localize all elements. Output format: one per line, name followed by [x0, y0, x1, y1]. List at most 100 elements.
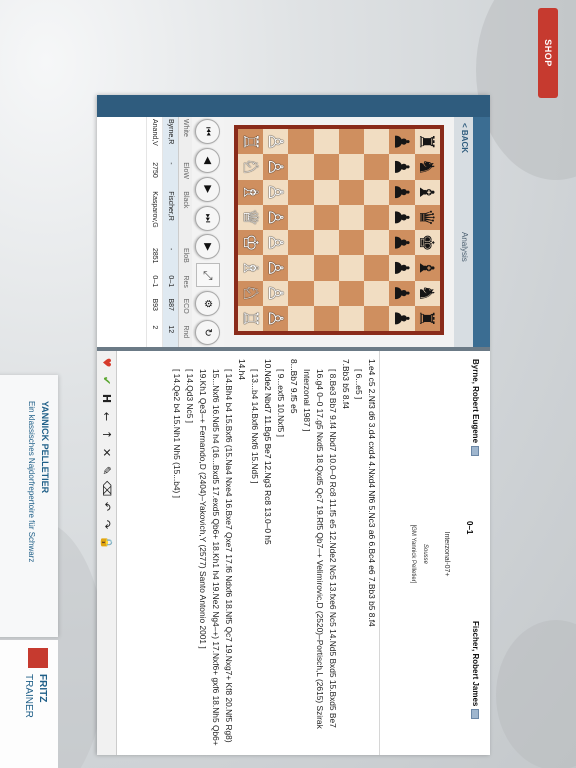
black-piece[interactable]: ♟ [390, 183, 414, 201]
engine-button[interactable]: ⚙ [195, 291, 221, 317]
board-square[interactable]: ♙ [263, 179, 289, 205]
white-piece[interactable]: ♙ [264, 183, 288, 201]
board-square[interactable]: ♟ [389, 154, 415, 180]
black-piece[interactable]: ♜ [415, 309, 439, 327]
board-square[interactable]: ♛ [414, 204, 440, 230]
board-square[interactable] [339, 230, 365, 256]
black-piece[interactable]: ♞ [415, 158, 439, 176]
eraser-icon[interactable]: ⌫ [99, 481, 114, 497]
white-piece[interactable]: ♕ [239, 208, 263, 226]
shop-button[interactable]: SHOP [538, 8, 558, 98]
board-square[interactable]: ♟ [389, 280, 415, 306]
main-line[interactable]: 14.h4 [235, 359, 248, 749]
variation-line[interactable]: [ 8.Be3 Bb7 9.f4 Nbd7 10.0–0 Rc8 11.f5 e… [300, 369, 339, 749]
board-square[interactable] [313, 179, 339, 205]
chess-board[interactable]: ♜ ♞ ♝ ♛ ♚ ♝ ♞ ♜ ♟ ♟ ♟ ♟ ♟ ♟ ♟ ♟ ♙ ♙ ♙ ♙ ♙ ♙ ♙ ♙ ♖ ♘ ♗ ♕ ♔ ♗ ♘ ♖ [234, 125, 444, 335]
undo-icon[interactable]: ↶ [99, 499, 114, 514]
variation-line[interactable]: [ 14.Bh4 b4 15.Bxf6 (15.Na4 Nxe4 16.Bxe7… [196, 369, 235, 749]
black-piece[interactable]: ♟ [390, 234, 414, 252]
black-piece[interactable]: ♟ [390, 133, 414, 151]
board-square[interactable]: ♔ [238, 230, 264, 256]
board-square[interactable] [313, 280, 339, 306]
board-square[interactable] [364, 255, 390, 281]
board-square[interactable]: ♙ [263, 230, 289, 256]
white-piece[interactable]: ♙ [264, 208, 288, 226]
next-move-button[interactable]: ▶ [195, 176, 221, 202]
heart-icon[interactable]: ♥ [99, 355, 114, 370]
white-piece[interactable]: ♙ [264, 309, 288, 327]
board-square[interactable] [339, 255, 365, 281]
last-move-button[interactable]: ⏭ [195, 205, 221, 231]
black-piece[interactable]: ♚ [415, 234, 439, 252]
variation-line[interactable]: [ 13...b4 14.Bxf6 Nxf6 15.Nd5 ] [248, 369, 261, 749]
board-square[interactable]: ♙ [263, 305, 289, 331]
board-square[interactable] [339, 129, 365, 155]
board-square[interactable] [364, 129, 390, 155]
board-square[interactable]: ♞ [414, 280, 440, 306]
board-square[interactable] [288, 204, 314, 230]
board-square[interactable] [339, 280, 365, 306]
black-piece[interactable]: ♟ [390, 284, 414, 302]
variation-line[interactable]: [ 6...e5 ] [352, 369, 365, 749]
board-square[interactable] [313, 154, 339, 180]
board-square[interactable] [288, 154, 314, 180]
board-square[interactable] [364, 154, 390, 180]
board-square[interactable]: ♙ [263, 154, 289, 180]
fullscreen-button[interactable]: ⤢ [196, 263, 220, 288]
board-square[interactable]: ♟ [389, 230, 415, 256]
board-square[interactable] [288, 129, 314, 155]
board-square[interactable]: ♙ [263, 129, 289, 155]
white-piece[interactable]: ♘ [239, 158, 263, 176]
redo-icon[interactable]: ↷ [99, 517, 114, 532]
board-square[interactable] [313, 255, 339, 281]
board-square[interactable] [364, 280, 390, 306]
table-row[interactable]: Byrne,R - Fischer,R - 0–1 B87 12 [162, 117, 179, 347]
main-line[interactable]: 7.Bb3 b5 8.f4 [339, 359, 352, 749]
pen-icon[interactable]: ✎ [99, 463, 114, 478]
board-square[interactable]: ♗ [238, 179, 264, 205]
board-square[interactable] [364, 305, 390, 331]
board-square[interactable] [313, 204, 339, 230]
white-piece[interactable]: ♗ [239, 259, 263, 277]
refresh-button[interactable]: ↻ [195, 320, 221, 346]
board-square[interactable] [313, 305, 339, 331]
white-piece[interactable]: ♔ [239, 234, 263, 252]
board-square[interactable]: ♝ [414, 255, 440, 281]
white-piece[interactable]: ♙ [264, 284, 288, 302]
board-square[interactable] [288, 179, 314, 205]
board-square[interactable] [339, 305, 365, 331]
cross-icon[interactable]: ✕ [99, 445, 114, 460]
board-square[interactable] [288, 280, 314, 306]
previous-move-button[interactable]: ◀ [195, 147, 221, 173]
board-square[interactable]: ♙ [263, 204, 289, 230]
arrow-up-icon[interactable]: ↑ [99, 427, 114, 442]
board-square[interactable] [288, 305, 314, 331]
board-square[interactable] [313, 129, 339, 155]
board-square[interactable]: ♙ [263, 255, 289, 281]
white-piece[interactable]: ♙ [264, 158, 288, 176]
lock-icon[interactable]: 🔒 [99, 535, 114, 550]
black-piece[interactable]: ♞ [415, 284, 439, 302]
board-square[interactable] [288, 255, 314, 281]
white-piece[interactable]: ♙ [264, 259, 288, 277]
tab-analysis[interactable]: Analysis [460, 232, 469, 262]
white-piece[interactable]: ♗ [239, 183, 263, 201]
board-square[interactable]: ♝ [414, 179, 440, 205]
board-square[interactable]: ♕ [238, 204, 264, 230]
board-square[interactable]: ♟ [389, 129, 415, 155]
board-square[interactable] [364, 204, 390, 230]
back-button[interactable]: < BACK [460, 123, 469, 153]
h-icon[interactable]: H [99, 391, 114, 406]
black-piece[interactable]: ♟ [390, 259, 414, 277]
check-icon[interactable]: ✔ [99, 373, 114, 388]
board-square[interactable] [339, 204, 365, 230]
first-move-button[interactable]: ⏮ [195, 118, 221, 144]
black-piece[interactable]: ♟ [390, 208, 414, 226]
variation-line[interactable]: [ 9...exf5 10.Nxf5 ] [274, 369, 287, 749]
board-square[interactable]: ♖ [238, 129, 264, 155]
main-line[interactable]: 10.Nde2 Nbd7 11.Bg5 Be7 12.Ng3 Rc8 13.0–… [261, 359, 274, 749]
board-square[interactable] [364, 179, 390, 205]
board-square[interactable]: ♚ [414, 230, 440, 256]
board-square[interactable] [313, 230, 339, 256]
black-piece[interactable]: ♝ [415, 183, 439, 201]
